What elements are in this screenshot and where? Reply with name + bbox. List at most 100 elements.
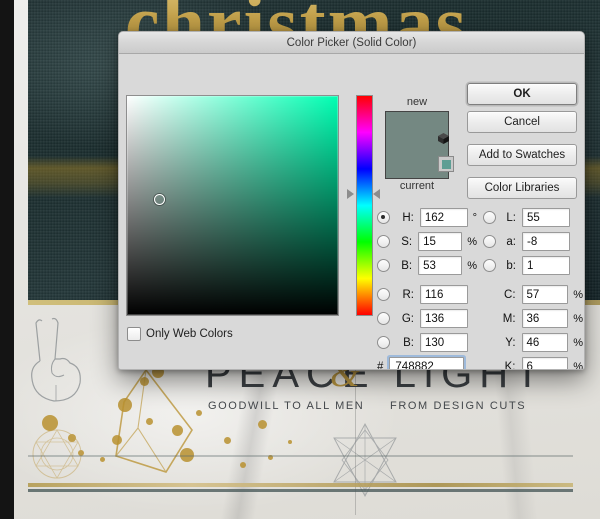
gold-splatter bbox=[288, 440, 292, 444]
only-web-colors-checkbox[interactable] bbox=[127, 327, 141, 341]
cmyk-input-y[interactable]: 46 bbox=[521, 333, 569, 352]
hsb-unit-h: ° bbox=[472, 211, 477, 224]
new-color-label: new bbox=[406, 96, 428, 108]
add-to-swatches-button[interactable]: Add to Swatches bbox=[467, 144, 577, 166]
gold-mandala-icon bbox=[32, 429, 82, 479]
rgb-radio-b[interactable] bbox=[377, 336, 390, 349]
web-safe-swatch-icon[interactable] bbox=[438, 156, 454, 172]
color-libraries-button[interactable]: Color Libraries bbox=[467, 177, 577, 199]
color-picker-dialog: Color Picker (Solid Color) new current O… bbox=[118, 31, 585, 370]
dialog-titlebar[interactable]: Color Picker (Solid Color) bbox=[119, 32, 584, 54]
hue-slider[interactable] bbox=[347, 95, 380, 316]
cmyk-row-y: Y: 46% bbox=[483, 332, 583, 353]
hsb-row-s: S: 15% bbox=[377, 231, 477, 252]
dark-bottom-rule bbox=[28, 489, 573, 492]
hsb-rgb-column: H: 162 ° S: 15% B: 53% R: 116 G: 136 B: 130 bbox=[377, 207, 477, 356]
hex-input[interactable]: 748882 bbox=[389, 357, 465, 369]
ok-button[interactable]: OK bbox=[467, 83, 577, 105]
lab-label-l: L: bbox=[506, 211, 516, 224]
lab-label-b: b: bbox=[506, 259, 516, 272]
hue-marker-right-icon[interactable] bbox=[373, 188, 380, 199]
cmyk-label-m: M: bbox=[502, 312, 516, 325]
hue-spectrum-strip[interactable] bbox=[356, 95, 373, 316]
rgb-radio-r[interactable] bbox=[377, 288, 390, 301]
lab-label-a: a: bbox=[506, 235, 516, 248]
lab-input-l[interactable]: 55 bbox=[522, 208, 570, 227]
hsb-label-s: S: bbox=[401, 235, 413, 248]
gold-bottom-rule bbox=[28, 483, 573, 487]
cmyk-row-m: M: 36% bbox=[483, 308, 583, 329]
lab-row-b: b: 1 bbox=[483, 255, 583, 276]
saturation-brightness-field[interactable] bbox=[126, 95, 339, 316]
hsb-row-h: H: 162 ° bbox=[377, 207, 477, 228]
rgb-input-r[interactable]: 116 bbox=[420, 285, 468, 304]
lab-row-a: a: -8 bbox=[483, 231, 583, 252]
rgb-input-g[interactable]: 136 bbox=[420, 309, 468, 328]
hsb-radio-s[interactable] bbox=[377, 235, 390, 248]
rgb-row-g: G: 136 bbox=[377, 308, 477, 329]
color-field-cursor[interactable] bbox=[154, 194, 166, 206]
current-color-label: current bbox=[399, 180, 435, 192]
only-web-colors-label: Only Web Colors bbox=[146, 328, 233, 340]
hsb-label-b: B: bbox=[401, 259, 413, 272]
lab-cmyk-column: L: 55 a: -8 b: 1 C: 57% M: 36% Y: 46% K: 6% bbox=[483, 207, 583, 370]
cmyk-label-c: C: bbox=[504, 288, 516, 301]
rgb-label-g: G: bbox=[401, 312, 414, 325]
cmyk-row-k: K: 6% bbox=[483, 356, 583, 370]
rgb-row-b: B: 130 bbox=[377, 332, 477, 353]
lab-radio-b[interactable] bbox=[483, 259, 496, 272]
subtitle-left: GOODWILL TO ALL MEN bbox=[208, 400, 365, 412]
hex-prefix: # bbox=[377, 361, 384, 370]
hsb-unit-s: % bbox=[467, 235, 477, 248]
merkaba-star-icon bbox=[333, 422, 397, 498]
only-web-colors-row[interactable]: Only Web Colors bbox=[127, 327, 233, 341]
hsb-row-b: B: 53% bbox=[377, 255, 477, 276]
cmyk-input-m[interactable]: 36 bbox=[521, 309, 569, 328]
cmyk-unit-k: % bbox=[573, 360, 583, 370]
lab-input-a[interactable]: -8 bbox=[522, 232, 570, 251]
rgb-rows: R: 116 G: 136 B: 130 bbox=[377, 284, 477, 353]
warning-icon-group bbox=[437, 132, 455, 172]
cmyk-row-c: C: 57% bbox=[483, 284, 583, 305]
gold-splatter bbox=[224, 437, 231, 444]
cmyk-label-y: Y: bbox=[505, 336, 516, 349]
cmyk-unit-y: % bbox=[573, 336, 583, 349]
cmyk-input-c[interactable]: 57 bbox=[521, 285, 569, 304]
hsb-input-h[interactable]: 162 bbox=[419, 208, 468, 227]
hsb-radio-b[interactable] bbox=[377, 259, 390, 272]
rgb-row-r: R: 116 bbox=[377, 284, 477, 305]
subtitle-right: FROM DESIGN CUTS bbox=[390, 400, 527, 412]
peace-hand-icon bbox=[31, 317, 81, 402]
gold-splatter bbox=[100, 457, 105, 462]
cube-icon[interactable] bbox=[437, 132, 450, 145]
rgb-input-b[interactable]: 130 bbox=[420, 333, 468, 352]
hsb-radio-h[interactable] bbox=[377, 211, 390, 224]
web-safe-color-chip bbox=[441, 159, 451, 169]
dialog-title: Color Picker (Solid Color) bbox=[286, 36, 417, 49]
hsb-label-h: H: bbox=[402, 211, 414, 224]
cmyk-unit-m: % bbox=[573, 312, 583, 325]
hsb-input-s[interactable]: 15 bbox=[418, 232, 463, 251]
lab-rows: L: 55 a: -8 b: 1 bbox=[483, 207, 583, 276]
cancel-button[interactable]: Cancel bbox=[467, 111, 577, 133]
canvas-left-gutter bbox=[0, 0, 14, 519]
hsb-unit-b: % bbox=[467, 259, 477, 272]
rgb-radio-g[interactable] bbox=[377, 312, 390, 325]
gold-splatter bbox=[258, 420, 267, 429]
hex-row[interactable]: # 748882 bbox=[377, 357, 465, 370]
hsb-rows: H: 162 ° S: 15% B: 53% bbox=[377, 207, 477, 276]
cmyk-input-k[interactable]: 6 bbox=[521, 357, 569, 369]
hue-marker-left-icon[interactable] bbox=[347, 188, 354, 199]
cmyk-unit-c: % bbox=[573, 288, 583, 301]
hsb-input-b[interactable]: 53 bbox=[418, 256, 463, 275]
lab-radio-l[interactable] bbox=[483, 211, 496, 224]
lab-input-b[interactable]: 1 bbox=[522, 256, 570, 275]
cmyk-label-k: K: bbox=[504, 360, 516, 370]
lab-row-l: L: 55 bbox=[483, 207, 583, 228]
thin-rule bbox=[28, 455, 573, 457]
gold-splatter bbox=[240, 462, 246, 468]
cmyk-rows: C: 57% M: 36% Y: 46% K: 6% bbox=[483, 284, 583, 370]
gold-polygon-outline bbox=[115, 368, 193, 473]
dialog-body: new current OK Cancel Add to Swatches Co… bbox=[119, 54, 584, 370]
lab-radio-a[interactable] bbox=[483, 235, 496, 248]
